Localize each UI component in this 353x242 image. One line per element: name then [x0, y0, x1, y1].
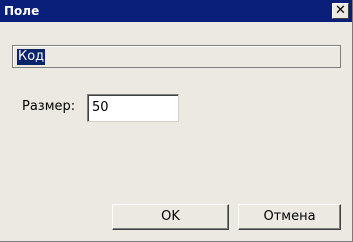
- size-input[interactable]: 50: [87, 94, 179, 122]
- field-name-input[interactable]: Код: [12, 45, 341, 68]
- dialog-window: Поле ✕ Код Размер: 50 OK Отмена: [0, 0, 353, 242]
- ok-button[interactable]: OK: [112, 204, 229, 230]
- size-label: Размер:: [22, 99, 76, 114]
- close-icon: ✕: [335, 3, 346, 18]
- field-name-selected-text: Код: [17, 49, 46, 65]
- cancel-button[interactable]: Отмена: [238, 204, 341, 230]
- close-button[interactable]: ✕: [332, 3, 349, 19]
- title-bar[interactable]: Поле ✕: [0, 0, 352, 22]
- dialog-title: Поле: [4, 4, 40, 18]
